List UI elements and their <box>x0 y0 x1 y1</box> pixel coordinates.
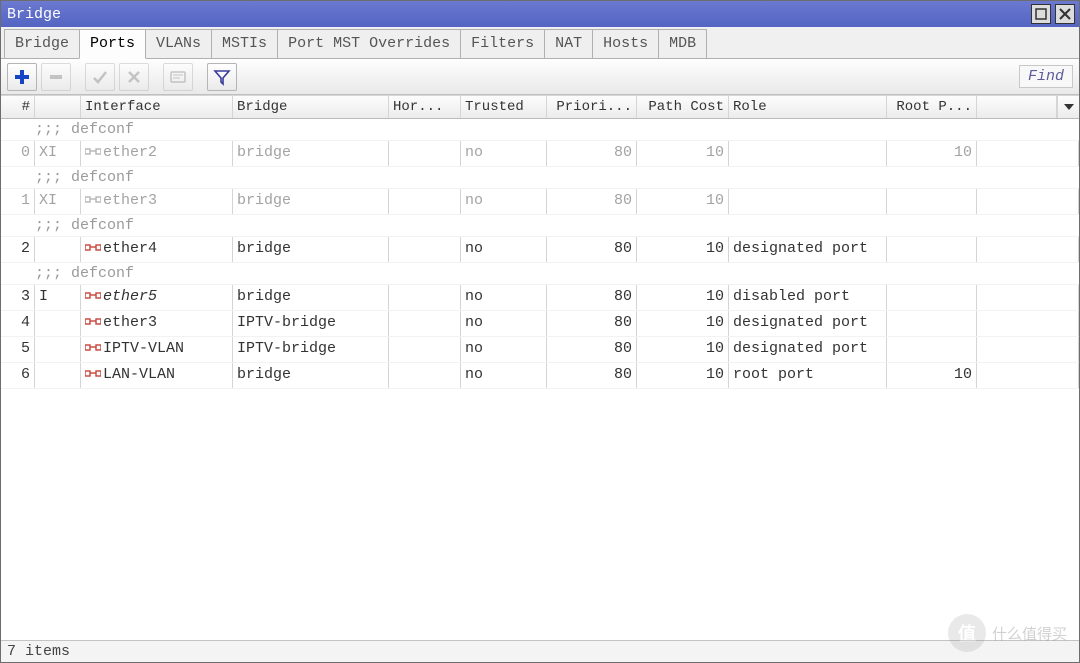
window-title: Bridge <box>7 6 61 23</box>
tab-mstis[interactable]: MSTIs <box>211 29 278 58</box>
table-row[interactable]: 4ether3IPTV-bridgeno8010designated port <box>1 311 1079 337</box>
col-trusted[interactable]: Trusted <box>461 95 547 118</box>
col-pathcost[interactable]: Path Cost <box>637 95 729 118</box>
find-button[interactable]: Find <box>1019 65 1073 88</box>
chevron-down-icon <box>1064 102 1074 112</box>
table-row[interactable]: 5IPTV-VLANIPTV-bridgeno8010designated po… <box>1 337 1079 363</box>
note-icon <box>169 70 187 84</box>
tab-ports[interactable]: Ports <box>79 29 146 59</box>
filter-button[interactable] <box>207 63 237 91</box>
table-row[interactable]: 1XIether3bridgeno8010 <box>1 189 1079 215</box>
col-bridge[interactable]: Bridge <box>233 95 389 118</box>
check-icon <box>91 68 109 86</box>
comment-row: ;;; defconf <box>1 119 1079 141</box>
tab-filters[interactable]: Filters <box>460 29 545 58</box>
tab-nat[interactable]: NAT <box>544 29 593 58</box>
col-interface[interactable]: Interface <box>81 95 233 118</box>
ports-grid: # Interface Bridge Hor... Trusted Priori… <box>1 95 1079 640</box>
comment-row: ;;; defconf <box>1 215 1079 237</box>
table-row[interactable]: 6LAN-VLANbridgeno8010root port10 <box>1 363 1079 389</box>
add-button[interactable] <box>7 63 37 91</box>
comment-row: ;;; defconf <box>1 167 1079 189</box>
plus-icon <box>13 68 31 86</box>
col-extra <box>977 95 1057 118</box>
tab-mdb[interactable]: MDB <box>658 29 707 58</box>
remove-button[interactable] <box>41 63 71 91</box>
columns-dropdown[interactable] <box>1057 95 1079 118</box>
item-count: 7 items <box>7 643 70 660</box>
table-row[interactable]: 0XIether2bridgeno801010 <box>1 141 1079 167</box>
col-priority[interactable]: Priori... <box>547 95 637 118</box>
col-rootpath[interactable]: Root P... <box>887 95 977 118</box>
col-horizon[interactable]: Hor... <box>389 95 461 118</box>
col-number[interactable]: # <box>1 95 35 118</box>
tab-bridge[interactable]: Bridge <box>4 29 80 58</box>
grid-body[interactable]: ;;; defconf0XIether2bridgeno801010;;; de… <box>1 119 1079 640</box>
x-icon <box>125 68 143 86</box>
col-flags[interactable] <box>35 95 81 118</box>
disable-button[interactable] <box>119 63 149 91</box>
toolbar: Find <box>1 59 1079 95</box>
tab-hosts[interactable]: Hosts <box>592 29 659 58</box>
col-role[interactable]: Role <box>729 95 887 118</box>
titlebar: Bridge <box>1 1 1079 27</box>
tab-vlans[interactable]: VLANs <box>145 29 212 58</box>
table-row[interactable]: 2ether4bridgeno8010designated port <box>1 237 1079 263</box>
grid-header: # Interface Bridge Hor... Trusted Priori… <box>1 95 1079 119</box>
tab-bar: Bridge Ports VLANs MSTIs Port MST Overri… <box>1 27 1079 59</box>
tab-port-mst-overrides[interactable]: Port MST Overrides <box>277 29 461 58</box>
table-row[interactable]: 3Iether5bridgeno8010disabled port <box>1 285 1079 311</box>
enable-button[interactable] <box>85 63 115 91</box>
comment-row: ;;; defconf <box>1 263 1079 285</box>
minimize-button[interactable] <box>1031 4 1051 24</box>
close-button[interactable] <box>1055 4 1075 24</box>
minus-icon <box>47 68 65 86</box>
funnel-icon <box>213 68 231 86</box>
comment-button[interactable] <box>163 63 193 91</box>
status-bar: 7 items <box>1 640 1079 662</box>
